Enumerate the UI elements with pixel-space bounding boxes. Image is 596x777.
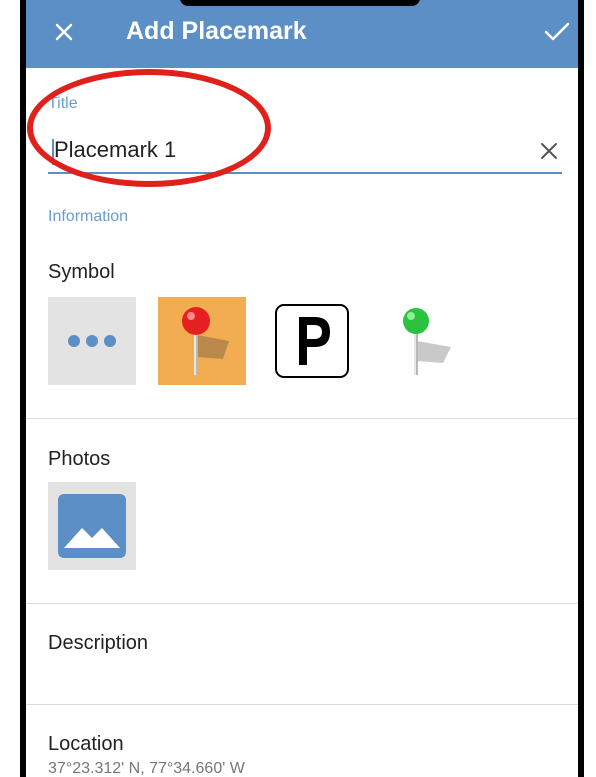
parking-icon (275, 304, 349, 378)
cropped-heading (180, 0, 420, 6)
page-title: Add Placemark (126, 17, 307, 45)
divider (26, 704, 578, 705)
title-label: Title (48, 95, 78, 112)
image-icon (58, 494, 126, 558)
information-label: Information (48, 208, 129, 225)
symbol-red-pin[interactable] (158, 297, 246, 385)
close-button[interactable] (48, 14, 80, 50)
clear-icon (541, 143, 557, 159)
photos-label: Photos (48, 448, 111, 470)
add-photo-button[interactable] (48, 482, 136, 570)
green-pin-icon (403, 308, 451, 375)
symbol-more-button[interactable] (48, 297, 136, 385)
divider (26, 603, 578, 604)
frame-right (578, 0, 584, 777)
symbol-label: Symbol (48, 261, 115, 283)
red-pin-icon (182, 307, 229, 375)
title-input[interactable] (54, 130, 514, 170)
symbol-green-pin[interactable] (378, 297, 466, 385)
close-icon (55, 23, 73, 41)
app-bar: Add Placemark (26, 0, 578, 68)
save-button[interactable] (541, 14, 573, 50)
title-field (48, 130, 562, 174)
screen: Add Placemark Title Information Symbol (26, 0, 578, 777)
location-label[interactable]: Location (48, 733, 124, 756)
symbol-parking[interactable] (268, 297, 356, 385)
description-label[interactable]: Description (48, 632, 148, 655)
clear-title-button[interactable] (534, 136, 564, 166)
divider (26, 418, 578, 419)
more-dots-icon (68, 335, 116, 347)
check-icon (544, 22, 570, 41)
location-coordinates: 37°23.312' N, 77°34.660' W (48, 760, 245, 777)
